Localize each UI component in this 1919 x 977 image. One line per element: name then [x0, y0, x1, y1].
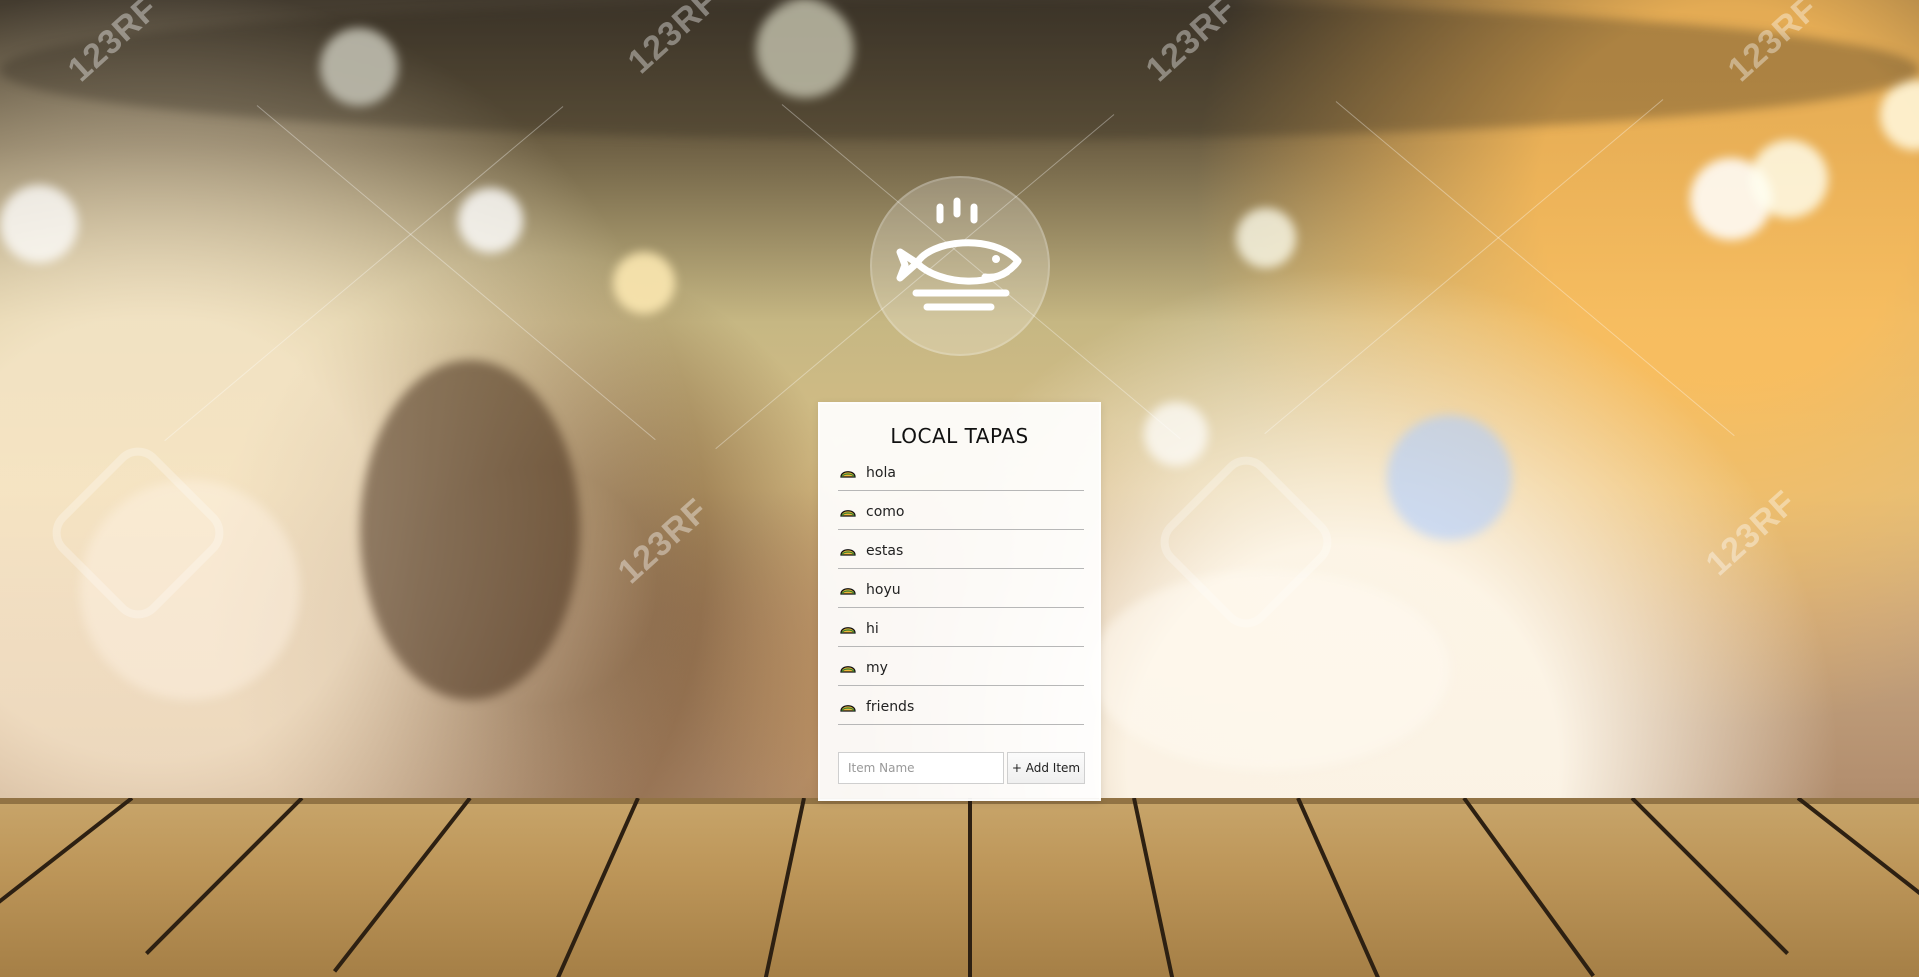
list-item-label: estas: [866, 543, 904, 559]
wooden-tabletop: [0, 798, 1919, 977]
list-item[interactable]: estas: [838, 531, 1084, 569]
taco-icon: [840, 588, 856, 595]
list-item[interactable]: friends: [838, 687, 1084, 725]
plank-line: [332, 798, 472, 973]
bokeh-shadow: [0, 0, 1919, 140]
taco-icon: [840, 510, 856, 517]
taco-icon: [840, 471, 856, 478]
bokeh-light: [1387, 415, 1512, 540]
page-title: LOCAL TAPAS: [890, 424, 1029, 448]
list-item[interactable]: hola: [838, 453, 1084, 491]
plank-line: [1132, 798, 1182, 977]
list-item[interactable]: my: [838, 648, 1084, 686]
tapas-list: hola como estas hoyu hi my friends: [838, 452, 1084, 725]
list-item-label: hola: [866, 465, 896, 481]
plank-line: [0, 798, 134, 936]
item-name-input[interactable]: [838, 752, 1004, 784]
list-item-label: hoyu: [866, 582, 901, 598]
add-item-button[interactable]: + Add Item: [1007, 752, 1085, 784]
watermark-line: [1264, 99, 1664, 435]
bokeh-light: [1880, 80, 1919, 150]
bokeh-light: [458, 188, 523, 253]
taco-icon: [840, 705, 856, 712]
plank-line: [1462, 798, 1595, 977]
plank-line: [546, 798, 640, 977]
list-item[interactable]: hi: [838, 609, 1084, 647]
bokeh-light: [1750, 140, 1828, 218]
plank-line: [1796, 798, 1919, 936]
taco-icon: [840, 666, 856, 673]
plank-line: [145, 798, 304, 955]
list-item[interactable]: hoyu: [838, 570, 1084, 608]
watermark-text: 123RF: [610, 491, 716, 592]
taco-icon: [840, 549, 856, 556]
tapas-card: LOCAL TAPAS hola como estas hoyu hi my f…: [818, 402, 1101, 801]
plank-line: [1630, 798, 1789, 955]
plank-line: [756, 798, 806, 977]
bokeh-shadow: [360, 360, 580, 700]
list-item-label: hi: [866, 621, 879, 637]
plank-line: [968, 798, 972, 977]
list-item[interactable]: como: [838, 492, 1084, 530]
list-item-label: friends: [866, 699, 915, 715]
list-item-label: my: [866, 660, 888, 676]
bokeh-light: [0, 185, 78, 263]
fish-icon: [896, 197, 1022, 311]
taco-icon: [840, 627, 856, 634]
logo: [870, 176, 1050, 356]
list-item-label: como: [866, 504, 905, 520]
bokeh-light: [1236, 208, 1296, 268]
plank-line: [1296, 798, 1390, 977]
add-item-button-label: + Add Item: [1011, 761, 1081, 775]
bokeh-light: [613, 252, 675, 314]
watermark-line: [1335, 101, 1735, 437]
watermark-text: 123RF: [1698, 483, 1804, 584]
